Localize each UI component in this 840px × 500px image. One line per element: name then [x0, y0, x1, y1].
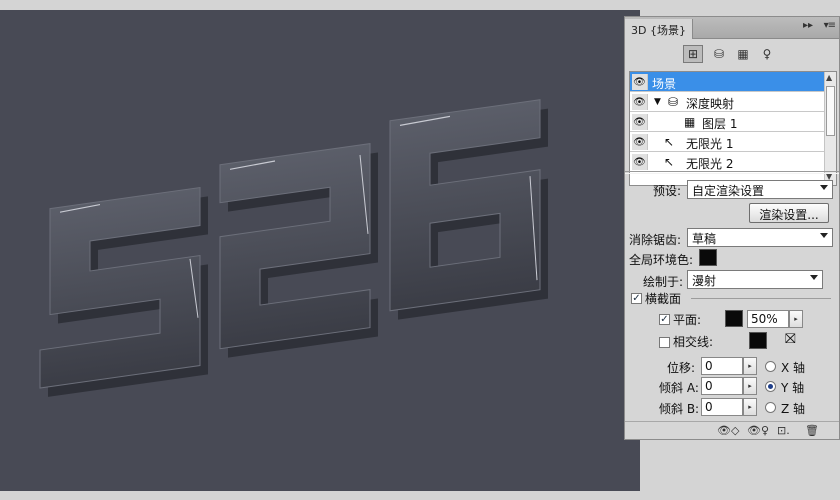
- layer-label: 场景: [652, 77, 677, 91]
- visibility-eye-icon[interactable]: 👁: [632, 154, 648, 170]
- layer-list-scrollbar[interactable]: ▲ ▼: [824, 72, 836, 185]
- layer-row-layer1[interactable]: 👁 ▦ 图层 1: [630, 112, 826, 132]
- preset-select[interactable]: 自定渲染设置: [687, 180, 833, 199]
- x-axis-label: X 轴: [781, 361, 806, 375]
- z-axis-label: Z 轴: [781, 402, 806, 416]
- new-light-icon[interactable]: ⊡.: [777, 424, 790, 437]
- layer-label: 图层 1: [702, 117, 738, 131]
- 3d-scene-panel: 3D {场景} ▸▸ ▾≡ ⊞ ⛁ ▦ ♀ 👁 场景 👁 ▼ ⛁ 深度映射 👁 …: [624, 16, 840, 440]
- intersect-checkbox[interactable]: [659, 337, 670, 348]
- visibility-eye-icon[interactable]: 👁: [632, 114, 648, 130]
- delete-icon[interactable]: 🗑: [805, 424, 819, 437]
- filter-toolbar: ⊞ ⛁ ▦ ♀: [625, 39, 839, 69]
- window-bottom-strip: [0, 491, 840, 500]
- visibility-eye-icon[interactable]: 👁: [632, 94, 648, 110]
- mesh-icon: ⛁: [668, 95, 679, 109]
- material-filter-button[interactable]: ▦: [733, 45, 753, 63]
- offset-input[interactable]: 0: [701, 357, 743, 375]
- y-axis-radio[interactable]: [765, 381, 776, 392]
- layer-row-scene[interactable]: 👁 场景: [630, 72, 826, 92]
- light-guides-icon[interactable]: 👁♀: [747, 424, 769, 437]
- tab-3d-scene[interactable]: 3D {场景}: [625, 19, 693, 39]
- plane-label: 平面:: [673, 313, 702, 327]
- render-settings-button[interactable]: 渲染设置...: [749, 203, 829, 223]
- visibility-eye-icon[interactable]: 👁: [632, 74, 648, 90]
- tilt-b-spinner[interactable]: ▸: [743, 398, 757, 416]
- light-filter-icon: ♀: [762, 47, 772, 61]
- tilt-b-input[interactable]: 0: [701, 398, 743, 416]
- scroll-thumb[interactable]: [826, 86, 835, 136]
- tilt-a-label: 倾斜 A:: [659, 381, 699, 395]
- offset-label: 位移:: [667, 361, 696, 375]
- paint-on-label: 绘制于:: [643, 275, 684, 289]
- layer-label: 深度映射: [686, 97, 735, 111]
- cross-section-checkbox[interactable]: ✓: [631, 293, 642, 304]
- light-icon: ↖: [664, 135, 675, 149]
- plane-color-swatch[interactable]: [725, 310, 743, 327]
- x-axis-radio[interactable]: [765, 361, 776, 372]
- scene-layer-list: 👁 场景 👁 ▼ ⛁ 深度映射 👁 ▦ 图层 1 👁 ↖ 无限光 1 👁 ↖ 无…: [629, 71, 837, 186]
- panel-tabbar: 3D {场景} ▸▸ ▾≡: [625, 17, 839, 39]
- light-filter-button[interactable]: ♀: [757, 45, 777, 63]
- intersect-label: 相交线:: [673, 335, 714, 349]
- chevron-down-icon: [810, 275, 818, 280]
- layer-label: 无限光 1: [686, 137, 734, 151]
- scene-filter-icon: ⊞: [687, 47, 699, 61]
- mesh-filter-button[interactable]: ⛁: [709, 45, 729, 63]
- tilt-a-spinner[interactable]: ▸: [743, 377, 757, 395]
- tilt-a-input[interactable]: 0: [701, 377, 743, 395]
- cross-section-label: 横截面: [645, 292, 682, 306]
- layer-row-infinite-light-1[interactable]: 👁 ↖ 无限光 1: [630, 132, 826, 152]
- layer-row-infinite-light-2[interactable]: 👁 ↖ 无限光 2: [630, 152, 826, 172]
- plane-checkbox[interactable]: ✓: [659, 314, 670, 325]
- panel-menu-icon[interactable]: ▾≡: [824, 20, 836, 31]
- material-icon: ▦: [684, 115, 696, 129]
- section-divider: [691, 298, 831, 299]
- global-ambient-swatch[interactable]: [699, 249, 717, 266]
- tilt-b-label: 倾斜 B:: [659, 402, 700, 416]
- y-axis-label: Y 轴: [781, 381, 805, 395]
- material-filter-icon: ▦: [737, 47, 749, 61]
- layer-label: 无限光 2: [686, 157, 734, 171]
- z-axis-radio[interactable]: [765, 402, 776, 413]
- scene-filter-button[interactable]: ⊞: [683, 45, 703, 63]
- 3d-artwork-526: [39, 99, 548, 397]
- offset-spinner[interactable]: ▸: [743, 357, 757, 375]
- mesh-filter-icon: ⛁: [713, 47, 725, 61]
- panel-divider[interactable]: [625, 171, 839, 174]
- preset-label: 预设:: [653, 184, 682, 198]
- plane-opacity-input[interactable]: 50%: [747, 310, 789, 328]
- intersect-color-swatch[interactable]: [749, 332, 767, 349]
- layer-row-depth-map[interactable]: 👁 ▼ ⛁ 深度映射: [630, 92, 826, 112]
- ground-plane-icon[interactable]: 👁◇: [717, 424, 739, 437]
- antialias-label: 消除锯齿:: [629, 233, 682, 247]
- antialias-select[interactable]: 草稿: [687, 228, 833, 247]
- global-ambient-label: 全局环境色:: [629, 253, 694, 267]
- panel-bottom-toolbar: 👁◇ 👁♀ ⊡. 🗑: [625, 421, 839, 439]
- document-canvas[interactable]: [0, 10, 640, 491]
- paint-on-select[interactable]: 漫射: [687, 270, 823, 289]
- expand-triangle-icon[interactable]: ▼: [654, 97, 661, 107]
- flip-cross-section-icon[interactable]: ⛝: [785, 331, 796, 347]
- light-icon: ↖: [664, 155, 675, 169]
- visibility-eye-icon[interactable]: 👁: [632, 134, 648, 150]
- scroll-up-icon[interactable]: ▲: [826, 73, 832, 82]
- chevron-down-icon: [820, 233, 828, 238]
- chevron-down-icon: [820, 185, 828, 190]
- plane-opacity-spinner[interactable]: ▸: [789, 310, 803, 328]
- collapse-panel-icon[interactable]: ▸▸: [803, 20, 813, 31]
